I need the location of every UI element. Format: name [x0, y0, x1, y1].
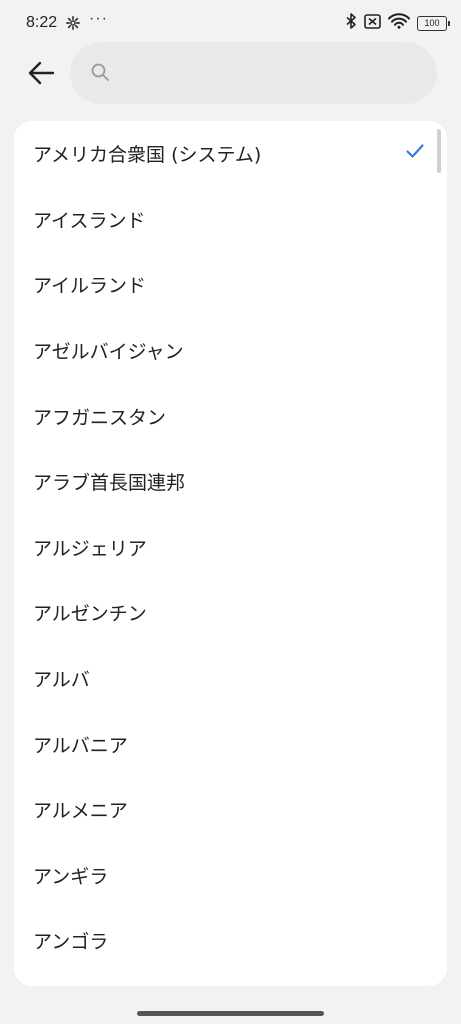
country-list-item[interactable]: アルバ [14, 646, 447, 712]
bluetooth-icon [346, 12, 357, 34]
back-arrow-icon [28, 61, 55, 85]
home-indicator[interactable] [137, 1011, 324, 1016]
country-list-item[interactable]: アルバニア [14, 711, 447, 777]
country-list-item[interactable]: アラブ首長国連邦 [14, 449, 447, 515]
country-label: アフガニスタン [33, 406, 167, 429]
country-list-item[interactable]: アメリカ合衆国 (システム) [14, 121, 447, 187]
search-icon [90, 62, 110, 86]
country-list-item[interactable]: アルメニア [14, 777, 447, 843]
status-bar: 8:22 ··· 100 [0, 0, 461, 44]
country-list-item[interactable]: アイルランド [14, 252, 447, 318]
status-time: 8:22 [26, 14, 58, 31]
country-list-item[interactable]: アンギラ [14, 843, 447, 909]
country-list-item[interactable]: アルジェリア [14, 515, 447, 581]
country-label: アラブ首長国連邦 [33, 472, 186, 495]
country-label: アルジェリア [33, 537, 147, 560]
country-label: アメリカ合衆国 (システム) [33, 144, 262, 167]
country-list-item[interactable]: アルゼンチン [14, 580, 447, 646]
search-box[interactable] [70, 42, 437, 104]
country-list: アメリカ合衆国 (システム) アイスランド アイルランドアゼルバイジャン アフガニスタ… [14, 121, 447, 974]
country-label: アイスランド [33, 209, 146, 232]
wifi-icon [388, 13, 410, 33]
search-input[interactable] [122, 56, 416, 92]
back-button[interactable] [26, 58, 62, 90]
country-label: アイルランド [33, 275, 147, 298]
country-list-item[interactable]: アフガニスタン [14, 383, 447, 449]
country-label: アルバニア [33, 734, 128, 757]
country-label: アンゴラ [33, 931, 109, 954]
gear-icon [66, 15, 80, 34]
country-label: アルバ [33, 669, 90, 692]
country-label: アルゼンチン [33, 603, 147, 626]
country-label: アルメニア [33, 800, 128, 823]
country-list-item[interactable]: アンゴラ [14, 908, 447, 974]
scrollbar[interactable] [437, 129, 441, 173]
country-list-card: アメリカ合衆国 (システム) アイスランド アイルランドアゼルバイジャン アフガニスタ… [14, 121, 447, 986]
status-icons: 100 [346, 12, 450, 34]
more-notifications-icon: ··· [89, 10, 108, 27]
country-list-item[interactable]: アイスランド [14, 187, 447, 253]
country-label: アンギラ [33, 865, 109, 888]
no-sim-icon [364, 13, 381, 33]
check-icon [405, 141, 427, 166]
country-list-item[interactable]: アゼルバイジャン [14, 318, 447, 384]
battery-icon: 100 [417, 15, 450, 31]
country-label: アゼルバイジャン [33, 341, 184, 364]
